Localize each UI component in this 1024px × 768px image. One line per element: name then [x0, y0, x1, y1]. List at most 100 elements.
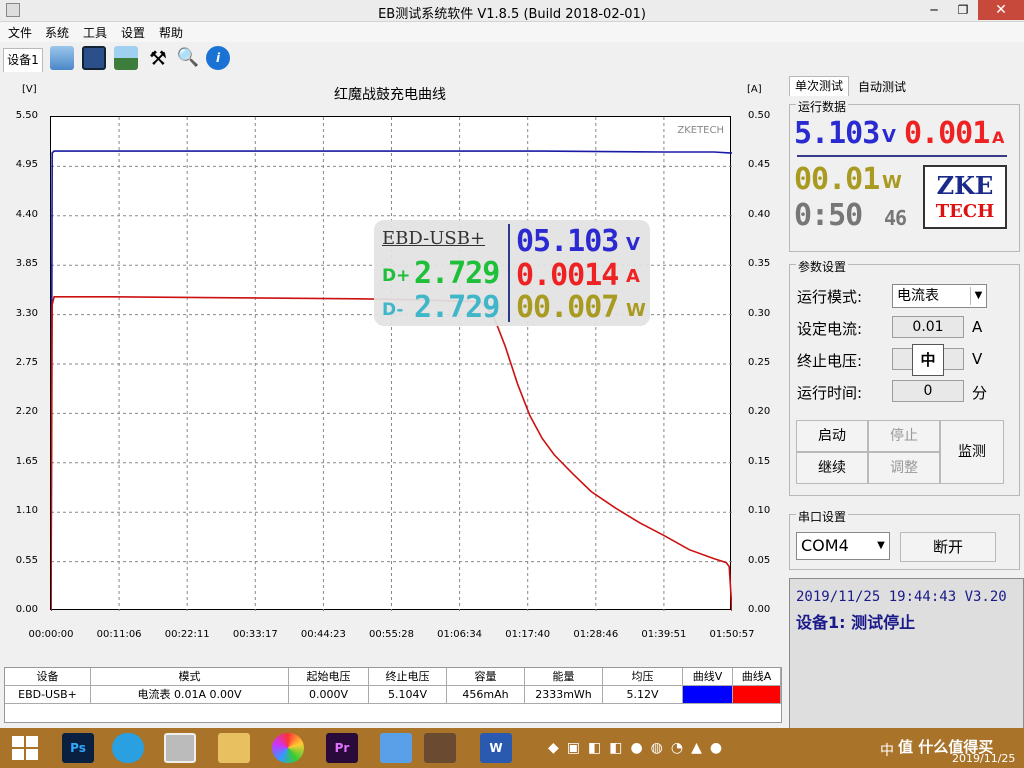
y-left-tick-label: 4.95 [15, 159, 38, 171]
port-select-value: COM4 [801, 536, 849, 555]
d-plus-value: 2.729 [414, 256, 500, 291]
maximize-button[interactable]: ❐ [948, 0, 978, 20]
x-tick-label: 01:50:57 [709, 629, 755, 640]
disconnect-button[interactable]: 断开 [900, 532, 996, 562]
ime-popup: 中 [912, 344, 944, 376]
plot-area: ZKETECH [50, 116, 732, 611]
mode-select[interactable]: 电流表 ▼ [892, 284, 987, 308]
menu-settings[interactable]: 设置 [121, 24, 145, 41]
y-left-tick-label: 5.50 [15, 110, 38, 121]
y-left-tick-label: 3.30 [15, 307, 38, 319]
start-button[interactable]: 启动 [796, 420, 868, 452]
cell-device: EBD-USB+ [5, 686, 91, 704]
adjust-button[interactable]: 调整 [868, 452, 940, 484]
menu-file[interactable]: 文件 [8, 24, 32, 41]
col-header-energy: 能量 [525, 668, 603, 686]
d-minus-label: D- [382, 300, 404, 320]
y-right-tick-label: 0.25 [748, 357, 771, 368]
chevron-down-icon[interactable]: ▼ [873, 537, 889, 555]
col-header-device: 设备 [5, 668, 91, 686]
x-tick-label: 00:44:23 [300, 629, 346, 640]
continue-button[interactable]: 继续 [796, 452, 868, 484]
x-tick-label: 00:33:17 [232, 629, 278, 640]
y-right-tick-label: 0.40 [748, 208, 771, 220]
eb-app-icon[interactable] [164, 733, 196, 763]
menu-system[interactable]: 系统 [45, 24, 69, 41]
y-left-tick-label: 1.65 [15, 455, 38, 467]
x-tick-label: 01:39:51 [641, 629, 687, 640]
overlay-current-unit: A [626, 266, 640, 287]
y-left-tick-label: 3.85 [15, 258, 38, 270]
y-right-tick-label: 0.10 [748, 505, 771, 517]
col-header-capacity: 容量 [447, 668, 525, 686]
overlay-power: 00.007 [516, 290, 619, 325]
x-tick-label: 00:22:11 [164, 629, 210, 640]
save-icon[interactable] [82, 46, 106, 70]
y-left-tick-label: 4.40 [15, 208, 38, 220]
tab-auto-test[interactable]: 自动测试 [852, 78, 912, 96]
avatar-app-icon[interactable] [424, 733, 456, 763]
image-icon[interactable] [114, 46, 138, 70]
params-title: 参数设置 [796, 258, 849, 275]
close-button[interactable]: ✕ [978, 0, 1024, 20]
mode-label: 运行模式: [797, 288, 863, 306]
overlay-voltage-unit: V [626, 234, 640, 255]
stop-button[interactable]: 停止 [868, 420, 940, 452]
status-timestamp: 2019/11/25 19:44:43 V3.20 [796, 589, 1007, 605]
tray-icons[interactable]: ◆▣◧◧●◍◔▲● [548, 740, 788, 758]
cell-start-voltage: 0.000V [289, 686, 369, 704]
tools-icon[interactable]: ⚒ [146, 46, 170, 70]
tab-device-1[interactable]: 设备1 [3, 48, 43, 72]
x-tick-label: 01:06:34 [437, 629, 483, 640]
monitor-button[interactable]: 监测 [940, 420, 1004, 484]
zoom-icon[interactable]: 🔍 [176, 46, 200, 70]
taskbar [0, 728, 1024, 768]
y-right-tick-label: 0.20 [748, 406, 771, 418]
taskbar-date: 2019/11/25 [952, 752, 1016, 765]
tab-single-test[interactable]: 单次测试 [789, 76, 849, 96]
x-tick-label: 00:55:28 [369, 629, 414, 640]
y-right-tick-label: 0.15 [748, 455, 771, 467]
zketech-logo: ZKE TECH [923, 165, 1007, 229]
d-plus-label: D+ [382, 266, 411, 286]
running-data-title: 运行数据 [796, 98, 849, 115]
serial-title: 串口设置 [796, 508, 849, 525]
port-select[interactable]: COM4 ▼ [796, 532, 890, 560]
y-right-tick-label: 0.05 [748, 554, 771, 566]
y-left-tick-label: 1.10 [15, 505, 38, 517]
live-power-unit: W [882, 172, 902, 193]
x-tick-label: 01:17:40 [505, 629, 551, 640]
logo-zke: ZKE [936, 171, 994, 200]
run-time-input[interactable]: 0 [892, 380, 964, 402]
device-display-overlay: EBD-USB+ D+ 2.729 D- 2.729 05.103 V 0.00… [374, 220, 650, 326]
word-icon[interactable]: W [480, 733, 512, 763]
info-icon[interactable]: i [206, 46, 230, 70]
explorer-icon[interactable] [218, 733, 250, 763]
feishu-icon[interactable] [380, 733, 412, 763]
menu-tools[interactable]: 工具 [83, 24, 107, 41]
live-current: 0.001 [904, 116, 990, 151]
premiere-icon[interactable]: Pr [326, 733, 358, 763]
chevron-down-icon[interactable]: ▼ [970, 287, 986, 305]
chart-watermark: ZKETECH [677, 125, 724, 136]
photoshop-icon[interactable]: Ps [62, 733, 94, 763]
open-folder-icon[interactable] [50, 46, 74, 70]
ime-indicator[interactable]: 中 [880, 740, 894, 760]
start-button-icon[interactable] [12, 736, 38, 760]
mode-select-value: 电流表 [897, 288, 939, 304]
y-left-tick-label: 0.55 [15, 554, 38, 566]
y-right-tick-label: 0.50 [748, 110, 771, 121]
live-time: 0:50 [794, 198, 863, 233]
live-power: 00.01 [794, 162, 880, 197]
y-right-tick-label: 0.00 [748, 604, 771, 615]
set-current-input[interactable]: 0.01 [892, 316, 964, 338]
color-app-icon[interactable] [272, 733, 304, 763]
minimize-button[interactable]: ─ [920, 0, 948, 20]
curve-v-swatch[interactable] [683, 686, 733, 704]
left-axis-unit: [V] [22, 84, 37, 95]
cell-capacity: 456mAh [447, 686, 525, 704]
live-current-unit: A [992, 128, 1005, 147]
browser-icon[interactable] [112, 733, 144, 763]
menu-help[interactable]: 帮助 [159, 24, 183, 41]
curve-a-swatch[interactable] [733, 686, 781, 704]
